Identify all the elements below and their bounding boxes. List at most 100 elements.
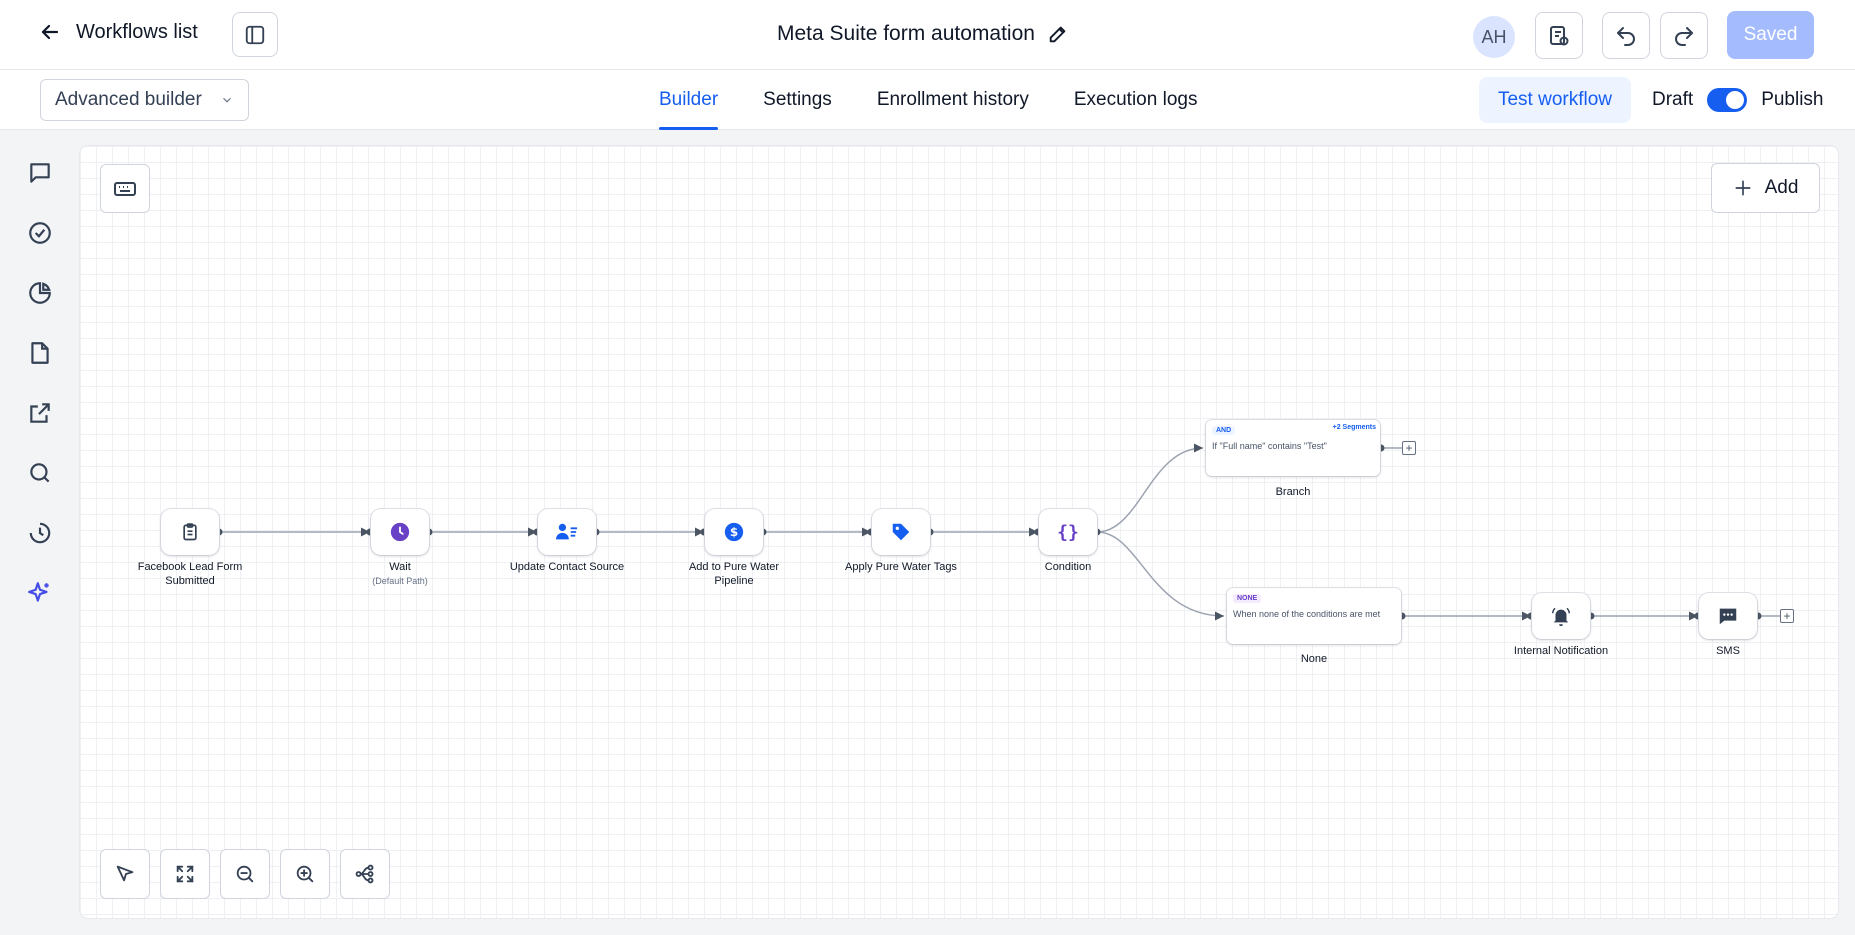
edge-condition-none — [1096, 531, 1225, 621]
node-label-internal-notification: Internal Notification — [1513, 645, 1609, 657]
panel-left-icon — [245, 25, 265, 44]
node-label-add-to-pipeline: Add to Pure Water Pipeline — [688, 561, 780, 587]
avatar[interactable]: AH — [1473, 16, 1515, 58]
node-label-facebook-lead-form: Facebook Lead Form Submitted — [137, 561, 243, 587]
node-label-update-contact-source: Update Contact Source — [509, 561, 625, 573]
node-label-apply-tags: Apply Pure Water Tags — [845, 561, 957, 573]
workflow-edges — [215, 443, 1786, 621]
zoom-out-button[interactable] — [220, 849, 270, 899]
undo-button[interactable] — [1602, 12, 1650, 59]
top-bar: Workflows list Meta Suite form automatio… — [0, 0, 1855, 70]
braces-icon: {} — [1057, 521, 1079, 543]
node-apply-tags[interactable] — [872, 509, 930, 555]
redo-button[interactable] — [1660, 12, 1708, 59]
node-add-to-pipeline[interactable]: $ — [705, 509, 763, 555]
back-label: Workflows list — [76, 20, 198, 43]
publish-toggle[interactable] — [1707, 88, 1748, 112]
rail-search-button[interactable] — [24, 457, 56, 489]
node-label-wait-text: Wait — [389, 561, 411, 573]
contact-icon — [556, 523, 578, 540]
fit-view-button[interactable] — [160, 849, 210, 899]
auto-layout-button[interactable] — [340, 849, 390, 899]
document-refresh-icon — [1550, 25, 1569, 45]
workflow-canvas[interactable]: Add Facebook Lead Form Submitted Wait (D… — [80, 146, 1838, 918]
undo-icon — [1617, 26, 1635, 46]
node-sublabel-wait: (Default Path) — [372, 576, 428, 586]
node-internal-notification[interactable] — [1532, 593, 1590, 639]
rail-chat-button[interactable] — [24, 157, 56, 189]
pie-chart-icon — [29, 282, 51, 304]
plus-icon: + — [1405, 441, 1413, 455]
branch-label: Branch — [1275, 486, 1311, 498]
node-label-wait: Wait (Default Path) — [335, 560, 465, 588]
node-sms[interactable] — [1699, 593, 1757, 639]
rail-tasks-button[interactable] — [24, 217, 56, 249]
bell-icon — [1552, 607, 1570, 627]
branch-badge-none: NONE — [1233, 594, 1262, 603]
branch-card-and[interactable]: AND +2 Segments If "Full name" contains … — [1206, 420, 1380, 476]
version-history-button[interactable] — [1535, 12, 1583, 59]
tab-enrollment-history[interactable]: Enrollment history — [877, 70, 1029, 130]
none-branch-label: None — [1300, 653, 1328, 665]
tab-execution-logs[interactable]: Execution logs — [1074, 70, 1198, 130]
node-wait[interactable] — [371, 509, 429, 555]
builder-mode-value: Advanced builder — [55, 89, 202, 110]
expand-icon — [176, 865, 194, 883]
node-facebook-lead-form[interactable] — [161, 509, 219, 555]
rail-ai-button[interactable] — [24, 577, 56, 609]
back-to-workflows-link[interactable]: Workflows list — [38, 20, 198, 44]
check-circle-icon — [29, 222, 51, 244]
branch-card-none[interactable]: NONE When none of the conditions are met — [1227, 588, 1401, 644]
sparkles-icon — [28, 582, 49, 602]
tab-settings[interactable]: Settings — [763, 70, 832, 130]
arrow-left-icon — [41, 24, 59, 40]
clock-icon — [390, 522, 410, 542]
clipboard-icon — [183, 523, 197, 541]
none-condition-text: When none of the conditions are met — [1233, 609, 1381, 619]
add-step-branch-button[interactable]: + — [1402, 441, 1416, 455]
rail-files-button[interactable] — [24, 337, 56, 369]
saved-button[interactable]: Saved — [1727, 11, 1814, 59]
add-step-sms-button[interactable]: + — [1780, 609, 1794, 623]
test-workflow-button[interactable]: Test workflow — [1479, 77, 1631, 123]
rail-export-button[interactable] — [24, 397, 56, 429]
zoom-out-icon — [236, 865, 254, 883]
node-label-sms: SMS — [1716, 645, 1740, 657]
chat-icon — [30, 163, 50, 183]
workflow-title[interactable]: Meta Suite form automation — [777, 22, 1069, 46]
branch-segments-link[interactable]: +2 Segments — [1333, 424, 1376, 431]
search-icon — [30, 463, 50, 483]
message-icon — [1719, 608, 1737, 625]
cursor-icon — [116, 865, 134, 882]
select-tool-button[interactable] — [100, 849, 150, 899]
edge-condition-branch — [1096, 443, 1204, 533]
builder-mode-select[interactable]: Advanced builder — [40, 79, 249, 121]
plus-icon: + — [1783, 609, 1791, 623]
sidebar-toggle-button[interactable] — [232, 12, 278, 57]
pencil-icon[interactable] — [1047, 23, 1069, 45]
node-update-contact-source[interactable] — [538, 509, 596, 555]
zoom-in-button[interactable] — [280, 849, 330, 899]
publish-toggle-group: Draft Publish — [1652, 70, 1824, 130]
external-link-icon — [30, 403, 50, 423]
workflow-title-text: Meta Suite form automation — [777, 22, 1035, 45]
rail-reports-button[interactable] — [24, 277, 56, 309]
branch-condition-text: If "Full name" contains "Test" — [1212, 441, 1327, 451]
tab-builder[interactable]: Builder — [659, 70, 719, 130]
history-icon — [29, 522, 51, 544]
draft-label: Draft — [1652, 89, 1694, 110]
dollar-icon: $ — [724, 522, 744, 542]
branch-badge-and: AND — [1212, 426, 1236, 435]
tag-icon — [892, 523, 910, 541]
rail-history-button[interactable] — [24, 517, 56, 549]
node-condition[interactable]: {} — [1039, 509, 1097, 555]
tab-bar: Builder Settings Enrollment history Exec… — [659, 70, 1197, 130]
redo-icon — [1675, 26, 1693, 46]
file-icon — [31, 342, 49, 364]
chevron-down-icon — [223, 97, 231, 103]
left-rail — [0, 131, 80, 935]
zoom-in-icon — [296, 865, 314, 883]
svg-text:$: $ — [730, 525, 738, 539]
sub-bar: Advanced builder Builder Settings Enroll… — [0, 70, 1855, 130]
workflow-layout-icon — [355, 864, 374, 884]
